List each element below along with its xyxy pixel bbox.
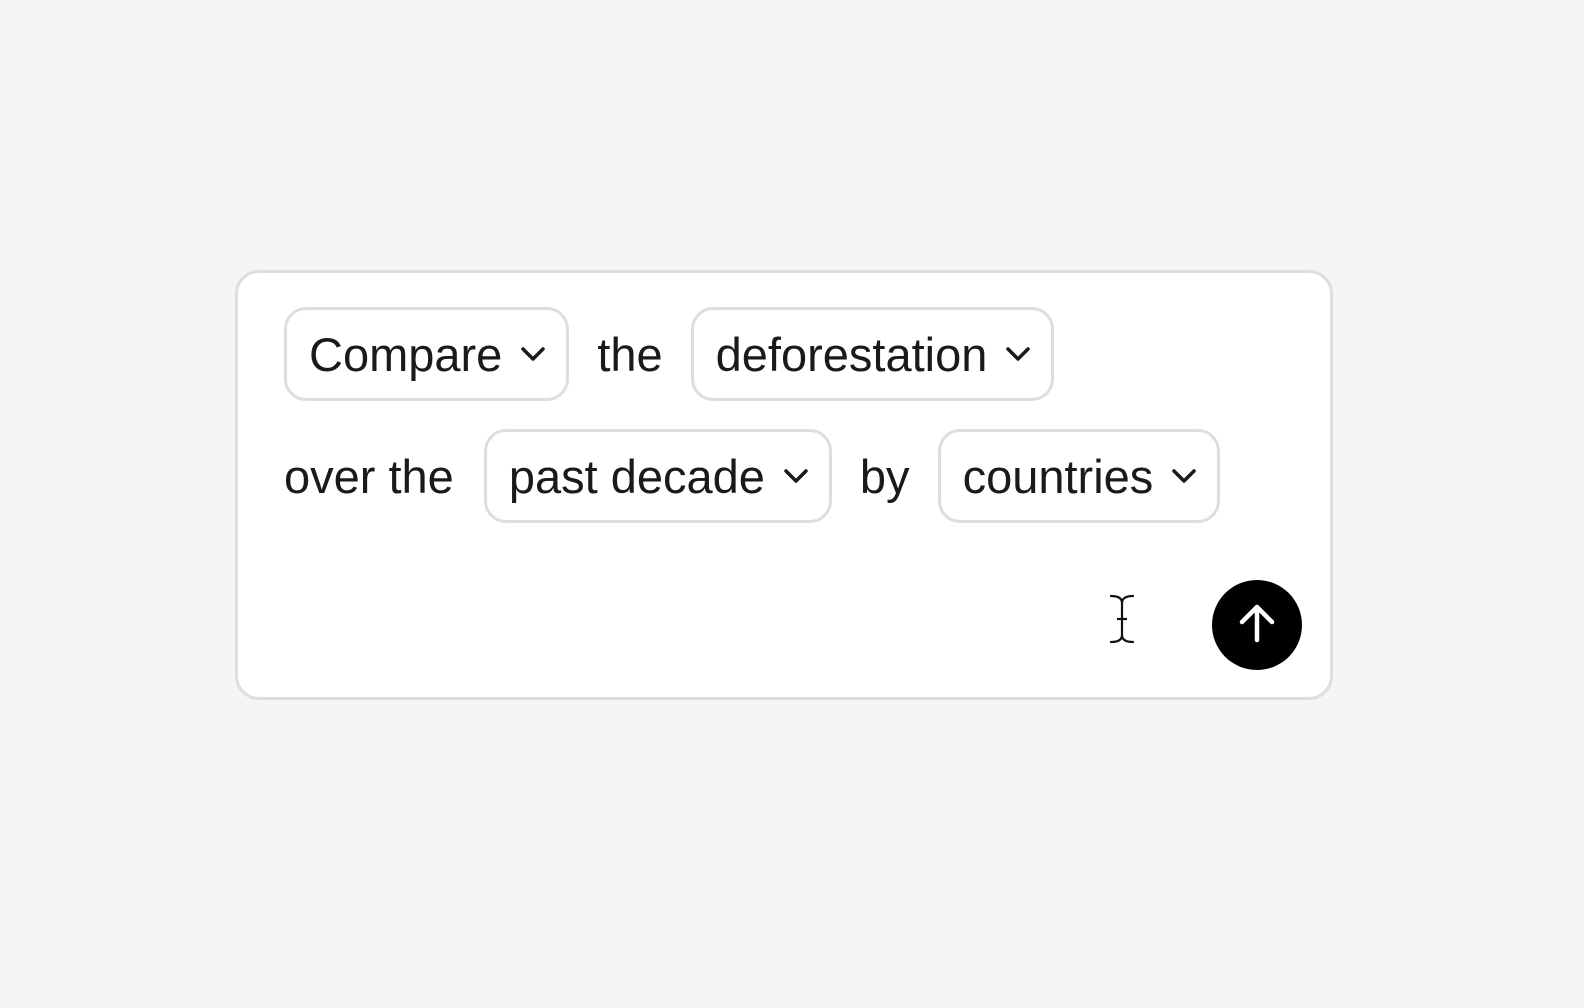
connector-over-the: over the: [284, 449, 454, 503]
prompt-builder-card: Compare the deforestation over the past …: [235, 270, 1333, 700]
prompt-line-2: over the past decade by countries: [284, 429, 1221, 523]
arrow-up-icon: [1235, 601, 1279, 650]
send-button[interactable]: [1212, 580, 1302, 670]
topic-dropdown[interactable]: deforestation: [690, 307, 1055, 401]
prompt-line-1: Compare the deforestation: [284, 307, 1055, 401]
chevron-down-icon: [1169, 461, 1199, 491]
chevron-down-icon: [1003, 339, 1033, 369]
chevron-down-icon: [518, 339, 548, 369]
grouping-dropdown[interactable]: countries: [937, 429, 1221, 523]
chevron-down-icon: [781, 461, 811, 491]
grouping-dropdown-label: countries: [962, 449, 1154, 503]
connector-the: the: [597, 327, 663, 381]
text-cursor-icon: [1105, 593, 1139, 645]
period-dropdown-label: past decade: [508, 449, 765, 503]
verb-dropdown-label: Compare: [309, 327, 503, 381]
topic-dropdown-label: deforestation: [715, 327, 988, 381]
verb-dropdown[interactable]: Compare: [284, 307, 570, 401]
connector-by: by: [859, 449, 910, 503]
period-dropdown[interactable]: past decade: [483, 429, 832, 523]
